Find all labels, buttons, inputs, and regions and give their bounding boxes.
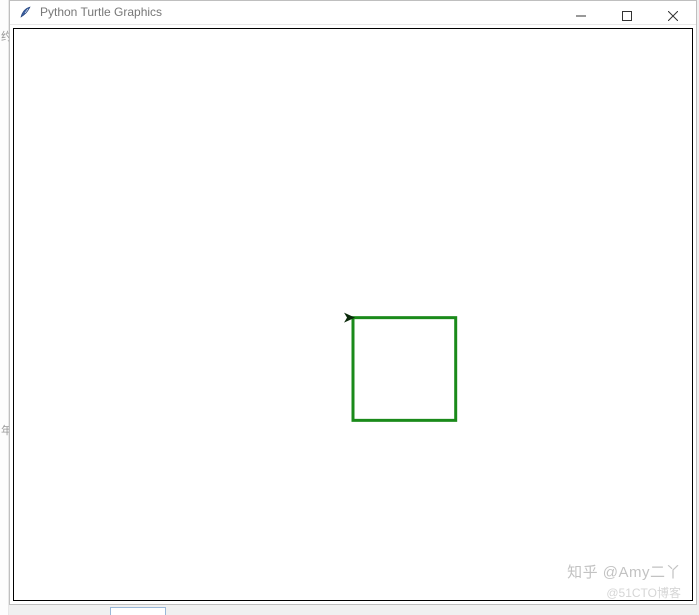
canvas-container: [10, 25, 696, 604]
window-title: Python Turtle Graphics: [40, 5, 162, 19]
turtle-drawing: [14, 29, 692, 600]
close-icon: [668, 11, 678, 21]
window-controls: [558, 1, 696, 31]
background-tab-fragment: [110, 607, 166, 615]
minimize-icon: [576, 11, 586, 21]
turtle-canvas[interactable]: [13, 28, 693, 601]
background-window-edge: 约 年: [0, 0, 9, 615]
turtle-graphics-window: Python Turtle Graphics: [9, 0, 697, 605]
minimize-button[interactable]: [558, 1, 604, 31]
maximize-button[interactable]: [604, 1, 650, 31]
maximize-icon: [622, 11, 632, 21]
close-button[interactable]: [650, 1, 696, 31]
turtle-feather-icon: [18, 4, 34, 20]
titlebar[interactable]: Python Turtle Graphics: [10, 1, 696, 25]
